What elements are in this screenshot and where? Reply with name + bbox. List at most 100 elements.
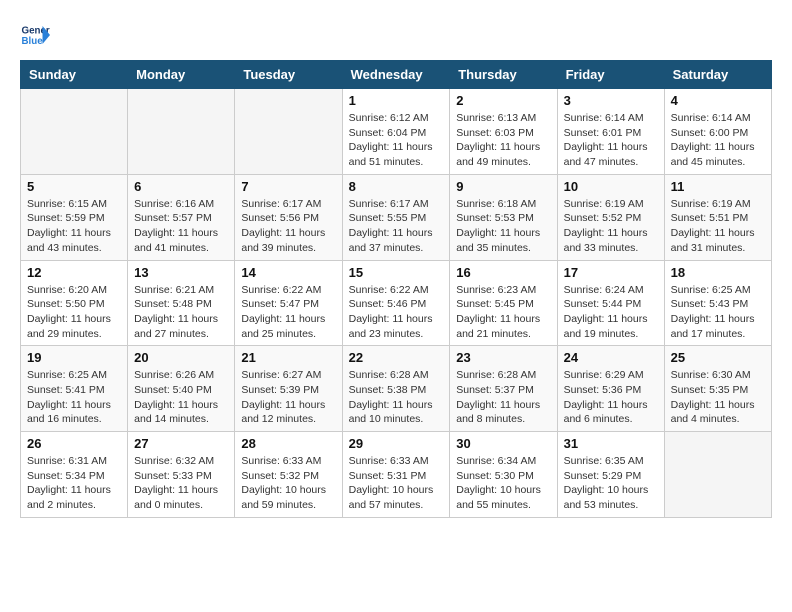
calendar-week-row: 26 Sunrise: 6:31 AM Sunset: 5:34 PM Dayli…	[21, 432, 772, 518]
calendar-cell: 11 Sunrise: 6:19 AM Sunset: 5:51 PM Dayli…	[664, 174, 771, 260]
calendar-cell: 14 Sunrise: 6:22 AM Sunset: 5:47 PM Dayli…	[235, 260, 342, 346]
calendar-cell: 22Sunrise: 6:28 AM Sunset: 5:38 PM Dayli…	[342, 346, 450, 432]
calendar-cell: 28 Sunrise: 6:33 AM Sunset: 5:32 PM Dayli…	[235, 432, 342, 518]
day-number: 26	[27, 436, 121, 451]
calendar-cell: 8 Sunrise: 6:17 AM Sunset: 5:55 PM Daylig…	[342, 174, 450, 260]
calendar-cell: 29Sunrise: 6:33 AM Sunset: 5:31 PM Dayli…	[342, 432, 450, 518]
column-header-wednesday: Wednesday	[342, 61, 450, 89]
day-info: Sunrise: 6:33 AM Sunset: 5:32 PM Dayligh…	[241, 454, 335, 513]
column-header-saturday: Saturday	[664, 61, 771, 89]
day-number: 28	[241, 436, 335, 451]
calendar-header-row: SundayMondayTuesdayWednesdayThursdayFrid…	[21, 61, 772, 89]
day-number: 11	[671, 179, 765, 194]
calendar-cell: 17 Sunrise: 6:24 AM Sunset: 5:44 PM Dayli…	[557, 260, 664, 346]
calendar-cell: 6 Sunrise: 6:16 AM Sunset: 5:57 PM Daylig…	[128, 174, 235, 260]
day-number: 29	[349, 436, 444, 451]
day-number: 27	[134, 436, 228, 451]
day-number: 7	[241, 179, 335, 194]
column-header-thursday: Thursday	[450, 61, 557, 89]
day-number: 18	[671, 265, 765, 280]
day-info: Sunrise: 6:25 AM Sunset: 5:41 PM Dayligh…	[27, 368, 121, 427]
day-number: 12	[27, 265, 121, 280]
day-number: 24	[564, 350, 658, 365]
day-info: Sunrise: 6:16 AM Sunset: 5:57 PM Dayligh…	[134, 197, 228, 256]
day-number: 1	[349, 93, 444, 108]
calendar-cell: 3 Sunrise: 6:14 AM Sunset: 6:01 PM Daylig…	[557, 89, 664, 175]
day-number: 8	[349, 179, 444, 194]
calendar-week-row: 19Sunrise: 6:25 AM Sunset: 5:41 PM Dayli…	[21, 346, 772, 432]
day-info: Sunrise: 6:14 AM Sunset: 6:01 PM Dayligh…	[564, 111, 658, 170]
day-info: Sunrise: 6:28 AM Sunset: 5:38 PM Dayligh…	[349, 368, 444, 427]
calendar-cell: 26 Sunrise: 6:31 AM Sunset: 5:34 PM Dayli…	[21, 432, 128, 518]
calendar-cell	[664, 432, 771, 518]
calendar-week-row: 1 Sunrise: 6:12 AM Sunset: 6:04 PM Daylig…	[21, 89, 772, 175]
day-number: 6	[134, 179, 228, 194]
calendar-week-row: 12 Sunrise: 6:20 AM Sunset: 5:50 PM Dayli…	[21, 260, 772, 346]
day-info: Sunrise: 6:18 AM Sunset: 5:53 PM Dayligh…	[456, 197, 550, 256]
day-number: 4	[671, 93, 765, 108]
day-number: 20	[134, 350, 228, 365]
calendar-cell: 1 Sunrise: 6:12 AM Sunset: 6:04 PM Daylig…	[342, 89, 450, 175]
day-info: Sunrise: 6:22 AM Sunset: 5:47 PM Dayligh…	[241, 283, 335, 342]
day-number: 30	[456, 436, 550, 451]
column-header-monday: Monday	[128, 61, 235, 89]
day-info: Sunrise: 6:28 AM Sunset: 5:37 PM Dayligh…	[456, 368, 550, 427]
day-info: Sunrise: 6:31 AM Sunset: 5:34 PM Dayligh…	[27, 454, 121, 513]
day-number: 10	[564, 179, 658, 194]
calendar-cell: 7Sunrise: 6:17 AM Sunset: 5:56 PM Daylig…	[235, 174, 342, 260]
calendar-table: SundayMondayTuesdayWednesdayThursdayFrid…	[20, 60, 772, 518]
column-header-friday: Friday	[557, 61, 664, 89]
day-info: Sunrise: 6:14 AM Sunset: 6:00 PM Dayligh…	[671, 111, 765, 170]
day-info: Sunrise: 6:32 AM Sunset: 5:33 PM Dayligh…	[134, 454, 228, 513]
calendar-cell: 13 Sunrise: 6:21 AM Sunset: 5:48 PM Dayli…	[128, 260, 235, 346]
day-info: Sunrise: 6:22 AM Sunset: 5:46 PM Dayligh…	[349, 283, 444, 342]
calendar-cell: 19Sunrise: 6:25 AM Sunset: 5:41 PM Dayli…	[21, 346, 128, 432]
day-info: Sunrise: 6:19 AM Sunset: 5:51 PM Dayligh…	[671, 197, 765, 256]
day-number: 9	[456, 179, 550, 194]
day-info: Sunrise: 6:13 AM Sunset: 6:03 PM Dayligh…	[456, 111, 550, 170]
day-number: 17	[564, 265, 658, 280]
day-info: Sunrise: 6:29 AM Sunset: 5:36 PM Dayligh…	[564, 368, 658, 427]
calendar-cell: 16Sunrise: 6:23 AM Sunset: 5:45 PM Dayli…	[450, 260, 557, 346]
day-info: Sunrise: 6:12 AM Sunset: 6:04 PM Dayligh…	[349, 111, 444, 170]
day-info: Sunrise: 6:21 AM Sunset: 5:48 PM Dayligh…	[134, 283, 228, 342]
calendar-cell: 9 Sunrise: 6:18 AM Sunset: 5:53 PM Daylig…	[450, 174, 557, 260]
day-number: 13	[134, 265, 228, 280]
day-info: Sunrise: 6:35 AM Sunset: 5:29 PM Dayligh…	[564, 454, 658, 513]
calendar-cell: 24 Sunrise: 6:29 AM Sunset: 5:36 PM Dayli…	[557, 346, 664, 432]
calendar-cell: 5 Sunrise: 6:15 AM Sunset: 5:59 PM Daylig…	[21, 174, 128, 260]
day-number: 2	[456, 93, 550, 108]
day-info: Sunrise: 6:20 AM Sunset: 5:50 PM Dayligh…	[27, 283, 121, 342]
calendar-cell: 31 Sunrise: 6:35 AM Sunset: 5:29 PM Dayli…	[557, 432, 664, 518]
day-number: 25	[671, 350, 765, 365]
day-info: Sunrise: 6:25 AM Sunset: 5:43 PM Dayligh…	[671, 283, 765, 342]
calendar-cell: 21Sunrise: 6:27 AM Sunset: 5:39 PM Dayli…	[235, 346, 342, 432]
calendar-cell: 2 Sunrise: 6:13 AM Sunset: 6:03 PM Daylig…	[450, 89, 557, 175]
calendar-cell: 27 Sunrise: 6:32 AM Sunset: 5:33 PM Dayli…	[128, 432, 235, 518]
day-info: Sunrise: 6:19 AM Sunset: 5:52 PM Dayligh…	[564, 197, 658, 256]
calendar-cell: 4 Sunrise: 6:14 AM Sunset: 6:00 PM Daylig…	[664, 89, 771, 175]
day-number: 16	[456, 265, 550, 280]
day-number: 3	[564, 93, 658, 108]
column-header-sunday: Sunday	[21, 61, 128, 89]
calendar-cell: 18 Sunrise: 6:25 AM Sunset: 5:43 PM Dayli…	[664, 260, 771, 346]
calendar-cell	[235, 89, 342, 175]
day-number: 31	[564, 436, 658, 451]
calendar-cell: 30Sunrise: 6:34 AM Sunset: 5:30 PM Dayli…	[450, 432, 557, 518]
day-number: 14	[241, 265, 335, 280]
day-info: Sunrise: 6:24 AM Sunset: 5:44 PM Dayligh…	[564, 283, 658, 342]
page-header: General Blue	[20, 20, 772, 50]
day-info: Sunrise: 6:17 AM Sunset: 5:55 PM Dayligh…	[349, 197, 444, 256]
day-info: Sunrise: 6:15 AM Sunset: 5:59 PM Dayligh…	[27, 197, 121, 256]
svg-text:Blue: Blue	[22, 36, 44, 47]
calendar-cell: 15Sunrise: 6:22 AM Sunset: 5:46 PM Dayli…	[342, 260, 450, 346]
day-info: Sunrise: 6:26 AM Sunset: 5:40 PM Dayligh…	[134, 368, 228, 427]
calendar-cell: 12 Sunrise: 6:20 AM Sunset: 5:50 PM Dayli…	[21, 260, 128, 346]
day-number: 5	[27, 179, 121, 194]
logo: General Blue	[20, 20, 50, 50]
day-info: Sunrise: 6:27 AM Sunset: 5:39 PM Dayligh…	[241, 368, 335, 427]
calendar-cell: 23Sunrise: 6:28 AM Sunset: 5:37 PM Dayli…	[450, 346, 557, 432]
day-info: Sunrise: 6:30 AM Sunset: 5:35 PM Dayligh…	[671, 368, 765, 427]
calendar-cell: 20 Sunrise: 6:26 AM Sunset: 5:40 PM Dayli…	[128, 346, 235, 432]
calendar-cell	[21, 89, 128, 175]
